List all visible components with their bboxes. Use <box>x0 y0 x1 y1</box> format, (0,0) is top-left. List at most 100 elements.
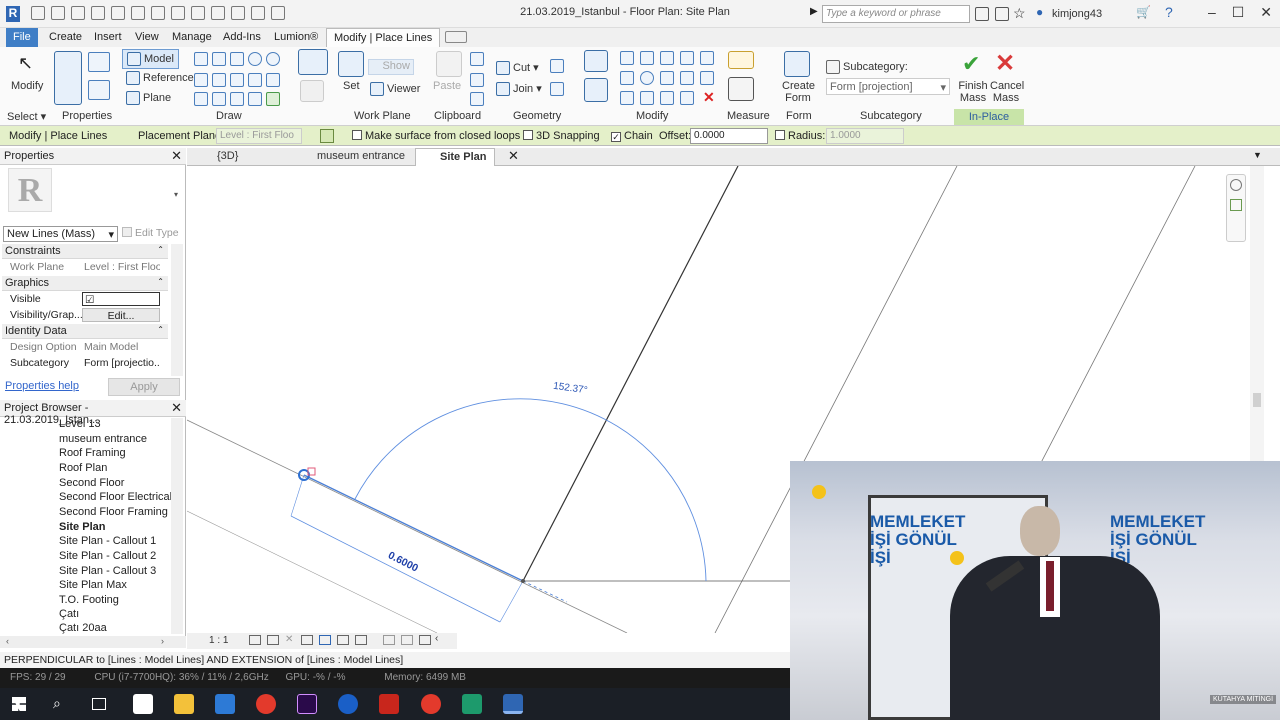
search-input[interactable]: Type a keyword or phrase <box>822 5 970 23</box>
line-tool-icon[interactable] <box>194 52 208 66</box>
minimize-icon[interactable]: – <box>1208 4 1216 21</box>
premiere-app-icon[interactable] <box>297 694 317 714</box>
reference-plane-button[interactable]: Plane <box>126 91 171 105</box>
browser-item[interactable]: Çatı <box>59 608 79 620</box>
aligned-dimension-icon[interactable] <box>728 77 754 101</box>
view-tab-site-plan[interactable]: Site Plan <box>415 148 496 166</box>
pick-lines-icon[interactable] <box>230 92 244 106</box>
browser-item[interactable]: museum entrance <box>59 433 147 445</box>
favorites-star-icon[interactable]: ☆ <box>1013 5 1026 22</box>
3d-view-icon[interactable] <box>211 6 225 20</box>
cut-geometry-button[interactable]: Cut ▾ <box>496 61 539 76</box>
edit-type-button[interactable]: Edit Type <box>122 227 179 239</box>
set-button[interactable]: Set <box>343 80 360 92</box>
model-line-button[interactable]: Model <box>122 49 179 69</box>
3d-snapping-checkbox[interactable]: 3D Snapping <box>523 130 600 142</box>
chain-check-box[interactable]: ✓ <box>611 132 621 142</box>
measure-distance-icon[interactable] <box>728 51 754 69</box>
maximize-icon[interactable]: ☐ <box>1232 4 1245 21</box>
make-surface-checkbox[interactable]: Make surface from closed loops <box>352 130 520 142</box>
reveal-hidden-icon[interactable] <box>383 635 395 645</box>
view-tab-menu-icon[interactable]: ▼ <box>1253 150 1262 160</box>
dimension-icon[interactable] <box>171 6 185 20</box>
measure-icon[interactable] <box>151 6 165 20</box>
create-form-icon[interactable] <box>784 51 810 77</box>
redo-icon[interactable] <box>111 6 125 20</box>
browser-scrollbar[interactable] <box>171 418 183 634</box>
highlight-displacement-icon[interactable] <box>419 635 431 645</box>
tab-view[interactable]: View <box>128 28 166 47</box>
array-icon[interactable] <box>680 71 694 85</box>
constraints-section[interactable]: Constraints ⌃ <box>2 244 168 259</box>
browser-item[interactable]: T.O. Footing <box>59 594 119 606</box>
tangent-arc-icon[interactable] <box>230 73 244 87</box>
delete-icon[interactable]: ✕ <box>703 89 715 106</box>
center-arc-icon[interactable] <box>212 73 226 87</box>
show-work-plane-button[interactable]: Show <box>368 59 414 75</box>
visibility-edit-button[interactable]: Edit... <box>82 308 160 322</box>
copy-element-icon[interactable] <box>620 71 634 85</box>
start-icon[interactable] <box>12 697 26 711</box>
view-tab-museum-entrance[interactable]: museum entrance <box>293 148 413 166</box>
set-work-plane-icon[interactable] <box>338 51 364 77</box>
crop-view-icon[interactable] <box>319 635 331 645</box>
scroll-left-icon[interactable]: ‹ <box>435 633 438 644</box>
tab-lumion[interactable]: Lumion® <box>267 28 325 47</box>
search-icon[interactable]: ⌕ <box>53 695 61 712</box>
wall-joins-icon[interactable] <box>550 59 564 73</box>
copy-icon[interactable] <box>470 52 484 66</box>
scroll-thumb[interactable] <box>1253 393 1261 407</box>
type-selector[interactable]: New Lines (Mass) ▾ <box>3 226 118 242</box>
select-panel-label[interactable]: Select ▾ <box>7 110 46 123</box>
match-properties-icon[interactable] <box>470 92 484 106</box>
partial-ellipse-icon[interactable] <box>212 92 226 106</box>
viewer-button[interactable]: Viewer <box>370 82 420 96</box>
browser-item[interactable]: Roof Plan <box>59 462 107 474</box>
make-surface-box[interactable] <box>352 130 362 140</box>
quick-access-toolbar[interactable] <box>28 6 288 20</box>
store-app-icon[interactable] <box>215 694 235 714</box>
spline-icon[interactable] <box>266 73 280 87</box>
radius-checkbox[interactable]: Radius: <box>775 130 825 142</box>
split-face-icon[interactable] <box>550 82 564 96</box>
recorder-app-icon[interactable] <box>462 694 482 714</box>
move-icon[interactable] <box>584 78 608 102</box>
tab-insert[interactable]: Insert <box>87 28 129 47</box>
type-properties-icon[interactable] <box>88 52 110 72</box>
subcategory-dropdown[interactable]: Form [projection] ▾ <box>826 78 950 95</box>
browser-item[interactable]: Çatı 20aa <box>59 622 107 634</box>
circle-tool-icon[interactable] <box>248 52 262 66</box>
visible-checkbox[interactable]: ☑ <box>82 292 160 306</box>
cut-clipboard-icon[interactable] <box>470 73 484 87</box>
user-icon[interactable]: ● <box>1036 5 1043 19</box>
browser-item[interactable]: Site Plan - Callout 2 <box>59 550 156 562</box>
yandex-browser-2-icon[interactable] <box>421 694 441 714</box>
trim-extend-icon[interactable] <box>660 71 674 85</box>
reference-line-button[interactable]: Reference <box>126 71 194 85</box>
model-line[interactable] <box>522 166 739 582</box>
modify-button[interactable]: Modify <box>11 80 43 92</box>
print-icon[interactable] <box>131 6 145 20</box>
create-form-button[interactable]: Create Form <box>782 80 815 104</box>
rotate-icon[interactable] <box>640 71 654 85</box>
trim-multiple-icon[interactable] <box>660 91 674 105</box>
placement-plane-select[interactable]: Level : First Floo <box>216 128 302 144</box>
thin-lines-icon[interactable] <box>251 6 265 20</box>
collapse-icon[interactable]: ⌃ <box>157 277 164 286</box>
finish-mass-button[interactable]: Finish Mass <box>958 80 988 104</box>
detail-level-icon[interactable] <box>249 635 261 645</box>
snap-plane-icon[interactable] <box>320 129 334 143</box>
polygon-tool-icon[interactable] <box>230 52 244 66</box>
zoom-icon[interactable] <box>1230 199 1242 211</box>
cancel-mass-button[interactable]: Cancel Mass <box>990 80 1024 104</box>
chain-checkbox[interactable]: ✓ Chain <box>611 130 653 142</box>
collapse-icon[interactable]: ⌃ <box>157 245 164 254</box>
browser-item[interactable]: Site Plan Max <box>59 579 127 591</box>
visual-style-icon[interactable] <box>267 635 279 645</box>
expand-arrow-icon[interactable]: ▶ <box>810 6 818 17</box>
type-dropdown-arrow-icon[interactable]: ▾ <box>174 190 178 199</box>
circumscribed-polygon-icon[interactable] <box>266 52 280 66</box>
pin-icon[interactable] <box>700 71 714 85</box>
close-window-icon[interactable]: ✕ <box>1260 4 1272 21</box>
close-properties-icon[interactable]: ✕ <box>171 148 182 164</box>
